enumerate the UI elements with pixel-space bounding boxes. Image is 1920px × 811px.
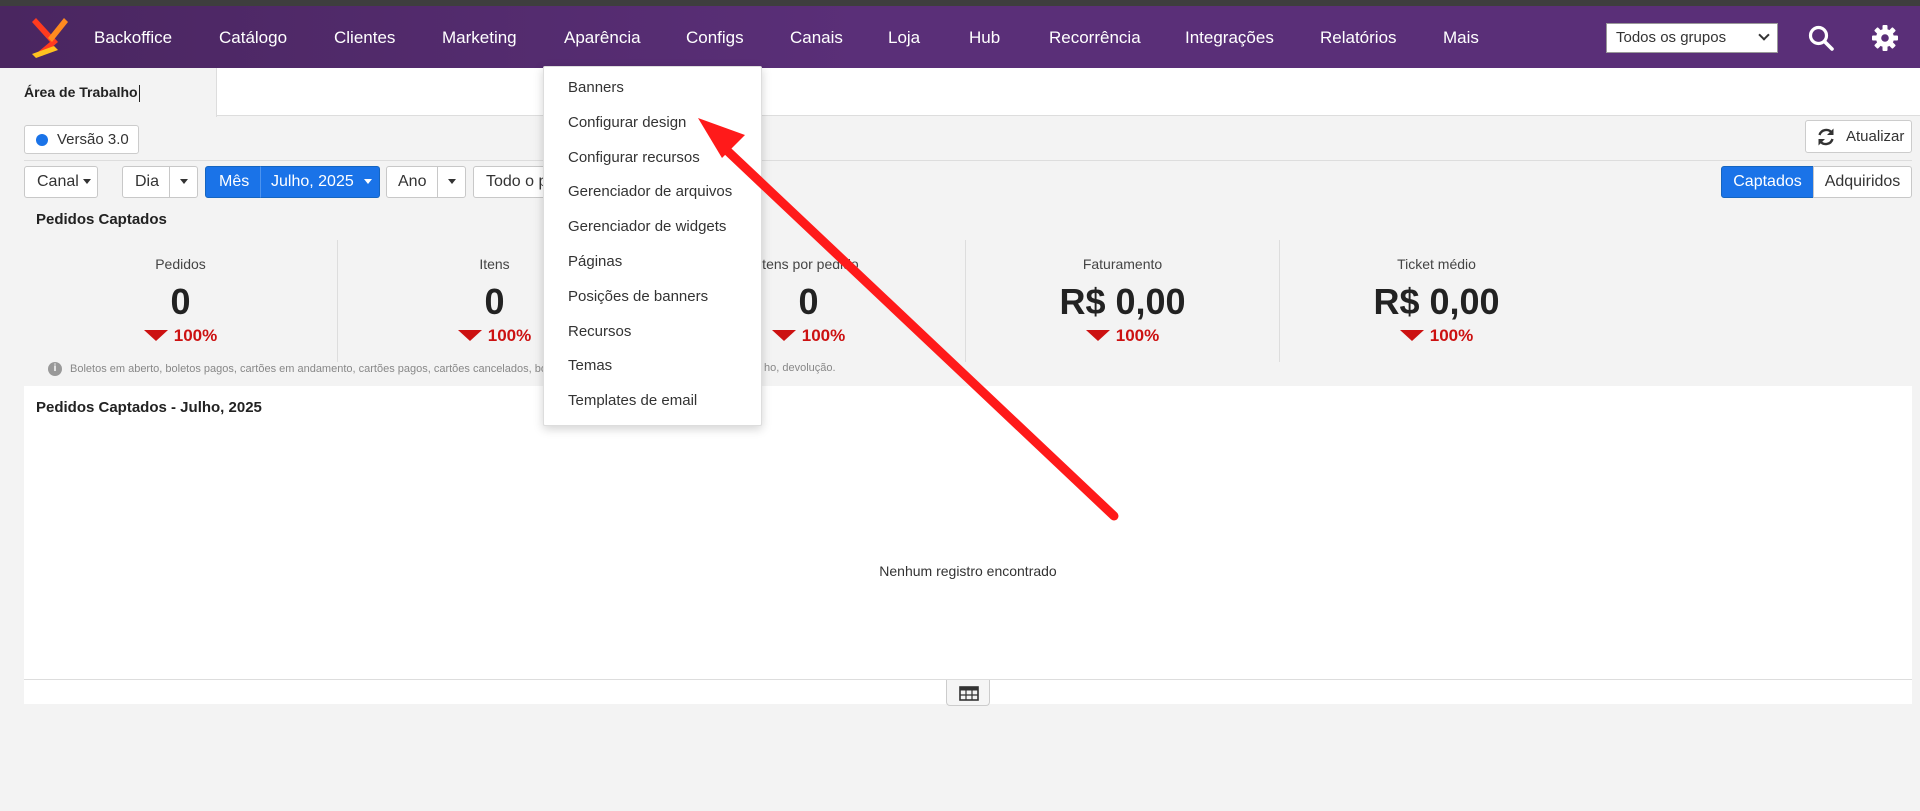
canal-dropdown[interactable]: Canal (24, 166, 98, 198)
kpi-change-value: 100% (487, 326, 532, 345)
down-triangle-icon (771, 329, 796, 341)
chart-panel (24, 386, 1912, 704)
menu-item-temas[interactable]: Temas (568, 357, 612, 374)
nav-marketing[interactable]: Marketing (442, 6, 517, 68)
kpi-change-value: 100% (1429, 326, 1474, 345)
dia-dropdown-toggle[interactable] (169, 166, 198, 198)
kpi-faturamento: Faturamento R$ 0,00 100% (966, 240, 1279, 362)
down-triangle-icon (457, 329, 482, 341)
refresh-label: Atualizar (1846, 128, 1905, 145)
nav-hub[interactable]: Hub (969, 6, 1000, 68)
status-dot (36, 134, 48, 146)
text-cursor (138, 84, 140, 102)
caret-down-icon (447, 179, 456, 185)
dia-button[interactable]: Dia (122, 166, 170, 198)
down-triangle-icon (1399, 329, 1424, 341)
caret-down-icon (179, 179, 188, 185)
kpi-label: Pedidos (155, 256, 206, 272)
kpi-change-value: 100% (173, 326, 218, 345)
kpi-change: 100% (966, 326, 1279, 346)
empty-message: Nenhum registro encontrado (879, 563, 1057, 579)
menu-item-gerenciador-de-widgets[interactable]: Gerenciador de widgets (568, 218, 726, 235)
summary-title: Pedidos Captados (36, 211, 167, 228)
mes-label: Mês (219, 173, 250, 190)
table-view-toggle[interactable] (946, 680, 990, 706)
status-note-tail: ho, devolução. (764, 362, 836, 374)
search-icon[interactable] (1807, 24, 1835, 52)
kpi-value: R$ 0,00 (1373, 281, 1500, 322)
status-note: i Boletos em aberto, boletos pagos, cartõ… (48, 362, 547, 376)
top-navbar: Backoffice Catálogo Clientes Marketing A… (0, 6, 1920, 68)
nav-clientes[interactable]: Clientes (334, 6, 395, 68)
kpi-label: Faturamento (1082, 256, 1163, 272)
down-triangle-icon (143, 329, 168, 341)
nav-catalogo[interactable]: Catálogo (219, 6, 287, 68)
menu-item-gerenciador-de-arquivos[interactable]: Gerenciador de arquivos (568, 183, 732, 200)
nav-integracoes[interactable]: Integrações (1185, 6, 1274, 68)
table-icon (959, 686, 979, 701)
nav-canais[interactable]: Canais (790, 6, 843, 68)
kpi-change-value: 100% (1115, 326, 1160, 345)
gear-icon[interactable] (1871, 24, 1899, 52)
kpi-value: R$ 0,00 (1059, 281, 1186, 322)
menu-item-posicoes-de-banners[interactable]: Posições de banners (568, 288, 708, 305)
canal-label: Canal (37, 173, 79, 190)
nav-aparencia[interactable]: Aparência (564, 6, 641, 68)
version-label: Versão 3.0 (57, 131, 129, 148)
tab-label: Área de Trabalho (24, 84, 138, 100)
status-note-text: Boletos em aberto, boletos pagos, cartõe… (70, 362, 547, 375)
ano-label: Ano (398, 173, 427, 190)
kpi-change: 100% (1280, 326, 1593, 346)
divider (24, 160, 1912, 161)
nav-backoffice[interactable]: Backoffice (94, 6, 172, 68)
version-badge: Versão 3.0 (24, 125, 139, 154)
nav-configs[interactable]: Configs (686, 6, 744, 68)
chevron-down-icon (1758, 29, 1770, 41)
captados-toggle[interactable]: Captados (1721, 166, 1814, 198)
mes-value: Julho, 2025 (271, 173, 354, 190)
kpi-pedidos: Pedidos 0 100% (24, 240, 337, 362)
captados-label: Captados (1733, 173, 1802, 190)
ano-dropdown-toggle[interactable] (437, 166, 466, 198)
menu-item-banners[interactable]: Banners (568, 79, 624, 96)
adquiridos-toggle[interactable]: Adquiridos (1813, 166, 1912, 198)
nav-mais[interactable]: Mais (1443, 6, 1479, 68)
down-triangle-icon (1085, 329, 1110, 341)
adquiridos-label: Adquiridos (1824, 173, 1901, 190)
group-select-value: Todos os grupos (1616, 29, 1727, 46)
menu-item-configurar-recursos[interactable]: Configurar recursos (568, 149, 700, 166)
menu-item-recursos[interactable]: Recursos (568, 323, 631, 340)
nav-relatorios[interactable]: Relatórios (1320, 6, 1397, 68)
nav-loja[interactable]: Loja (888, 6, 920, 68)
kpi-value: 0 (170, 281, 191, 322)
nav-recorrencia[interactable]: Recorrência (1049, 6, 1141, 68)
refresh-icon (1818, 128, 1834, 146)
kpi-change: 100% (24, 326, 337, 346)
menu-item-configurar-design[interactable]: Configurar design (568, 114, 686, 131)
kpi-ticket-medio: Ticket médio R$ 0,00 100% (1280, 240, 1593, 362)
tab-bar (0, 68, 1920, 116)
info-icon: i (48, 362, 62, 376)
ano-button[interactable]: Ano (386, 166, 438, 198)
menu-item-paginas[interactable]: Páginas (568, 253, 622, 270)
tab-area-de-trabalho[interactable]: Área de Trabalho (0, 68, 217, 117)
kpi-label: Ticket médio (1397, 256, 1476, 272)
dia-label: Dia (135, 173, 160, 190)
periodo-button[interactable]: Todo o p (473, 166, 553, 198)
refresh-button[interactable]: Atualizar (1805, 120, 1912, 153)
caret-down-icon (83, 179, 92, 185)
logo-icon[interactable] (28, 16, 70, 58)
mes-value-dropdown[interactable]: Julho, 2025 (260, 166, 380, 198)
kpi-change-value: 100% (801, 326, 846, 345)
caret-down-icon (364, 179, 373, 185)
group-select[interactable]: Todos os grupos (1606, 23, 1778, 53)
menu-item-templates-de-email[interactable]: Templates de email (568, 392, 697, 409)
aparencia-dropdown-menu: Banners Configurar design Configurar rec… (543, 66, 762, 426)
chart-panel-title: Pedidos Captados - Julho, 2025 (36, 399, 262, 416)
mes-button[interactable]: Mês (205, 166, 261, 198)
periodo-label: Todo o p (486, 173, 548, 190)
